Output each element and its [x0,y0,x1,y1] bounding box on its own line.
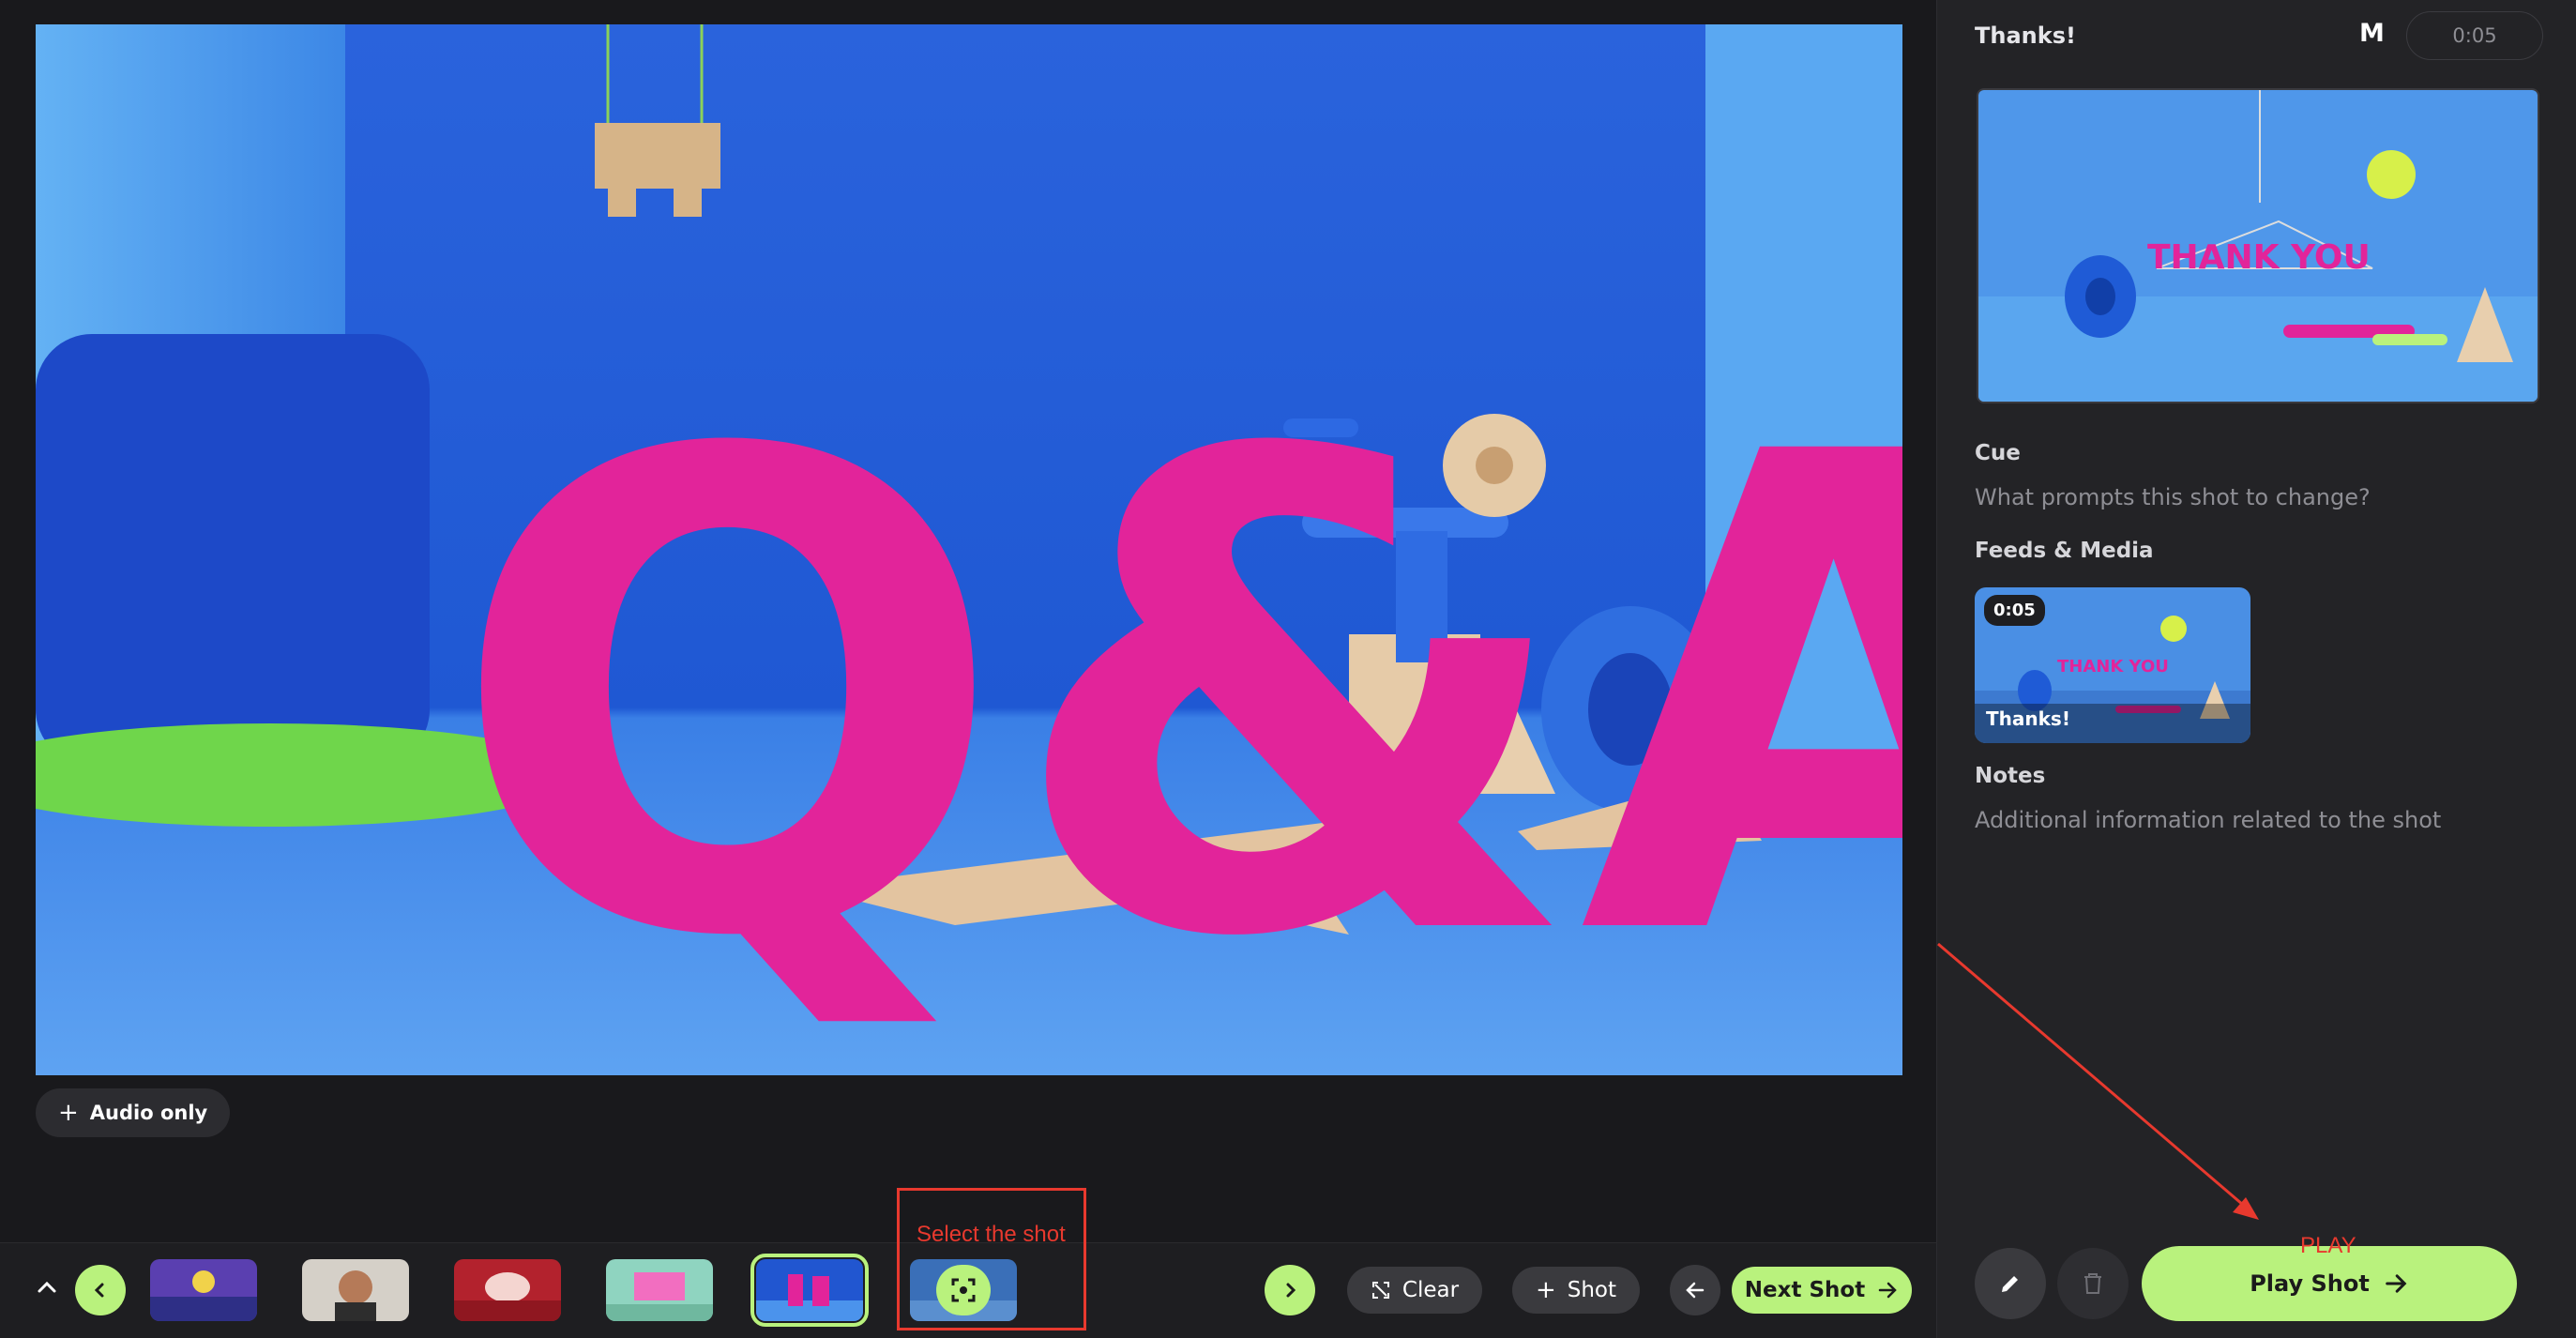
feeds-media-heading: Feeds & Media [1975,539,2154,563]
shot-details-panel: Thanks! M 0:05 THANK YOU Cue What prompt… [1936,0,2576,1338]
arrow-right-icon [1878,1282,1897,1299]
arrow-left-icon [1686,1282,1705,1299]
plus-icon: + [1535,1276,1556,1304]
select-shot-annotation-text: Select the shot [917,1222,1066,1247]
delete-button[interactable] [2057,1248,2129,1319]
feed-duration-badge: 0:05 [1984,595,2045,626]
prev-thumbs-button[interactable] [75,1265,126,1315]
cue-input[interactable]: What prompts this shot to change? [1975,484,2371,510]
arrow-right-icon [2386,1274,2407,1293]
pencil-icon [2002,1276,2018,1292]
chevron-right-icon [1286,1283,1296,1298]
audio-only-button[interactable]: + Audio only [36,1088,231,1137]
thank-you-text: THANK YOU [2147,238,2371,277]
stage-area: Q&A + Audio only Select the shot Clear +… [0,0,1936,1338]
shot-thumbnail-2[interactable] [302,1259,409,1321]
edit-button[interactable] [1975,1248,2046,1319]
feed-duration-value: 0:05 [1993,601,2036,620]
duration-field[interactable]: 0:05 [2406,11,2543,60]
qa-scene-image: Q&A [36,24,1902,1075]
shot-label: Shot [1567,1278,1617,1302]
previous-shot-button[interactable] [1670,1265,1720,1315]
next-thumbs-button[interactable] [1265,1265,1315,1315]
duration-value: 0:05 [2452,24,2497,47]
shot-title: Thanks! [1975,23,2076,49]
feed-title: Thanks! [1986,707,2070,730]
chevron-left-icon [94,1283,104,1298]
clear-label: Clear [1402,1278,1460,1302]
notes-input[interactable]: Additional information related to the sh… [1975,807,2441,833]
main-preview: Q&A [36,24,1902,1075]
next-shot-label: Next Shot [1744,1278,1866,1302]
collapse-chevron-icon[interactable] [34,1274,60,1300]
notes-heading: Notes [1975,764,2046,788]
clear-icon [1371,1282,1389,1299]
play-annotation-text: PLAY [2300,1233,2356,1258]
shot-preview: THANK YOU [1977,88,2539,403]
cue-heading: Cue [1975,441,2021,465]
play-shot-label: Play Shot [2250,1270,2370,1297]
audio-only-label: Audio only [89,1102,208,1124]
trash-icon [2084,1273,2101,1294]
qa-letters: Q&A [448,316,1902,1075]
shot-thumbnail-1[interactable] [150,1259,257,1321]
clear-button[interactable]: Clear [1347,1267,1482,1314]
shot-thumbnail-3[interactable] [454,1259,561,1321]
feed-media-card[interactable]: THANK YOU 0:05 Thanks! [1975,587,2250,743]
avatar: M [2359,19,2385,48]
shot-thumbnail-4[interactable] [606,1259,713,1321]
add-shot-button[interactable]: + Shot [1512,1267,1640,1314]
plus-icon: + [58,1099,79,1127]
next-shot-button[interactable]: Next Shot [1732,1267,1912,1314]
feed-thank-you-text: THANK YOU [2057,657,2169,677]
shot-thumbnail-5[interactable] [750,1254,869,1327]
select-shot-annotation-box [897,1188,1086,1330]
